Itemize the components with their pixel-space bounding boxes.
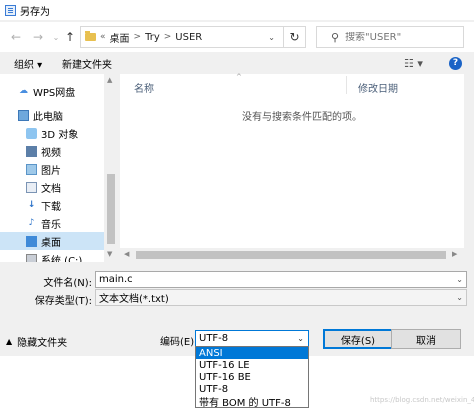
navigation-pane: ☁ WPS网盘 此电脑 3D 对象 视频 图片 文档 ↓ 下载 ♪ 音乐 桌面 …	[0, 74, 118, 262]
hide-folders-label: 隐藏文件夹	[17, 338, 68, 349]
filetype-value: 文本文档(*.txt)	[99, 294, 169, 305]
desktop-icon	[26, 235, 37, 247]
column-header-name[interactable]: 名称	[134, 80, 154, 95]
breadcrumb-separator-icon: >	[163, 32, 172, 42]
file-list-scrollbar-track	[464, 74, 474, 262]
drive-icon	[26, 253, 37, 262]
download-icon: ↓	[27, 200, 36, 210]
search-icon: ⚲	[331, 30, 340, 44]
3d-objects-icon	[26, 127, 37, 139]
navigation-scrollbar[interactable]: ▲ ▼	[104, 74, 118, 262]
nav-item-3d-objects[interactable]: 3D 对象	[0, 124, 104, 142]
breadcrumb-user[interactable]: USER	[175, 32, 202, 43]
nav-item-pictures[interactable]: 图片	[0, 160, 104, 178]
encoding-option-ansi[interactable]: ANSI	[196, 347, 308, 359]
horizontal-scrollbar[interactable]: ◀ ▶	[120, 248, 464, 262]
dialog-title: 另存为	[20, 6, 50, 18]
nav-item-label: 此电脑	[33, 111, 63, 123]
refresh-icon[interactable]: ↻	[283, 27, 305, 47]
documents-icon	[26, 181, 37, 193]
filename-field[interactable]: main.c ⌄	[95, 271, 467, 288]
back-arrow-icon[interactable]: ←	[8, 29, 24, 45]
nav-item-label: 3D 对象	[41, 129, 79, 141]
filename-label: 文件名(N):	[43, 278, 92, 289]
scroll-up-icon[interactable]: ▲	[107, 76, 112, 84]
watermark-text: https://blog.csdn.net/weixin_42...	[370, 396, 474, 404]
save-button[interactable]: 保存(S)	[323, 329, 393, 349]
encoding-value: UTF-8	[199, 333, 229, 344]
column-header-date-modified[interactable]: 修改日期	[358, 80, 398, 95]
nav-item-label: 文档	[41, 183, 61, 195]
nav-item-music[interactable]: ♪ 音乐	[0, 214, 104, 232]
nav-item-label: 系统 (C:)	[41, 255, 83, 263]
encoding-label: 编码(E):	[160, 337, 198, 348]
organize-button[interactable]: 组织 ▾	[14, 56, 42, 71]
breadcrumb-overflow[interactable]: «	[100, 32, 106, 42]
nav-item-wps-cloud[interactable]: ☁ WPS网盘	[0, 82, 104, 100]
nav-item-this-pc[interactable]: 此电脑	[0, 106, 104, 124]
nav-item-label: 桌面	[41, 237, 61, 249]
save-as-dialog: 另存为 ← → ⌄ ↑ « 桌面 > Try > USER ⌄ ↻ ⚲ 组织 ▾…	[0, 0, 474, 356]
cloud-icon: ☁	[19, 86, 28, 96]
filename-value: main.c	[99, 274, 133, 285]
nav-item-label: 音乐	[41, 219, 61, 231]
breadcrumb-separator-icon: >	[133, 32, 142, 42]
search-box[interactable]: ⚲	[316, 26, 464, 48]
video-icon	[26, 145, 37, 157]
scrollbar-thumb[interactable]	[107, 174, 115, 244]
encoding-dropdown-list: ANSI UTF-16 LE UTF-16 BE UTF-8 带有 BOM 的 …	[195, 346, 309, 409]
nav-item-label: 图片	[41, 165, 61, 177]
up-arrow-icon[interactable]: ↑	[62, 29, 78, 45]
scrollbar-thumb[interactable]	[136, 251, 446, 259]
new-folder-button[interactable]: 新建文件夹	[62, 56, 112, 71]
address-bar[interactable]: « 桌面 > Try > USER ⌄ ↻	[80, 26, 306, 48]
nav-item-system-drive[interactable]: 系统 (C:)	[0, 250, 104, 262]
folder-icon	[85, 31, 96, 41]
encoding-option-utf16le[interactable]: UTF-16 LE	[196, 359, 308, 371]
breadcrumb-try[interactable]: Try	[145, 32, 160, 43]
music-icon: ♪	[28, 218, 35, 228]
notepad-icon	[5, 4, 16, 16]
file-list[interactable]: ^ 名称 修改日期 没有与搜索条件匹配的项。	[120, 73, 464, 262]
view-options-icon[interactable]: ☷ ▾	[404, 57, 423, 70]
empty-list-message: 没有与搜索条件匹配的项。	[242, 112, 362, 123]
hide-folders-toggle[interactable]: ▲ 隐藏文件夹	[6, 334, 67, 349]
encoding-option-utf16be[interactable]: UTF-16 BE	[196, 371, 308, 383]
command-toolbar: 组织 ▾ 新建文件夹 ☷ ▾ ?	[0, 52, 474, 74]
cancel-button[interactable]: 取消	[391, 329, 461, 349]
scroll-down-icon[interactable]: ▼	[107, 250, 112, 258]
column-divider[interactable]	[346, 76, 347, 94]
search-input[interactable]	[345, 31, 446, 43]
nav-item-label: 视频	[41, 147, 61, 159]
nav-item-videos[interactable]: 视频	[0, 142, 104, 160]
forward-arrow-icon[interactable]: →	[30, 29, 46, 45]
collapse-caret-icon: ▲	[6, 337, 13, 346]
filetype-label: 保存类型(T):	[34, 296, 92, 307]
encoding-option-utf8-bom[interactable]: 带有 BOM 的 UTF-8	[196, 395, 308, 409]
breadcrumb-desktop[interactable]: 桌面	[110, 30, 130, 45]
scroll-left-icon[interactable]: ◀	[124, 250, 129, 258]
address-row: ← → ⌄ ↑ « 桌面 > Try > USER ⌄ ↻ ⚲	[0, 22, 474, 52]
encoding-select[interactable]: UTF-8 ⌄	[195, 330, 309, 347]
address-dropdown-icon[interactable]: ⌄	[268, 33, 275, 42]
pictures-icon	[26, 163, 37, 175]
chevron-down-icon[interactable]: ⌄	[456, 275, 463, 284]
filetype-select[interactable]: 文本文档(*.txt) ⌄	[95, 289, 467, 306]
nav-item-desktop[interactable]: 桌面	[0, 232, 104, 250]
nav-item-documents[interactable]: 文档	[0, 178, 104, 196]
chevron-down-icon[interactable]: ⌄	[297, 334, 304, 343]
scroll-right-icon[interactable]: ▶	[452, 250, 457, 258]
nav-item-label: 下载	[41, 201, 61, 213]
nav-item-label: WPS网盘	[33, 87, 76, 99]
title-bar: 另存为	[0, 0, 474, 20]
chevron-down-icon[interactable]: ⌄	[456, 293, 463, 302]
nav-item-downloads[interactable]: ↓ 下载	[0, 196, 104, 214]
help-icon[interactable]: ?	[449, 56, 462, 70]
computer-icon	[18, 109, 29, 121]
sort-indicator-icon: ^	[236, 73, 242, 81]
